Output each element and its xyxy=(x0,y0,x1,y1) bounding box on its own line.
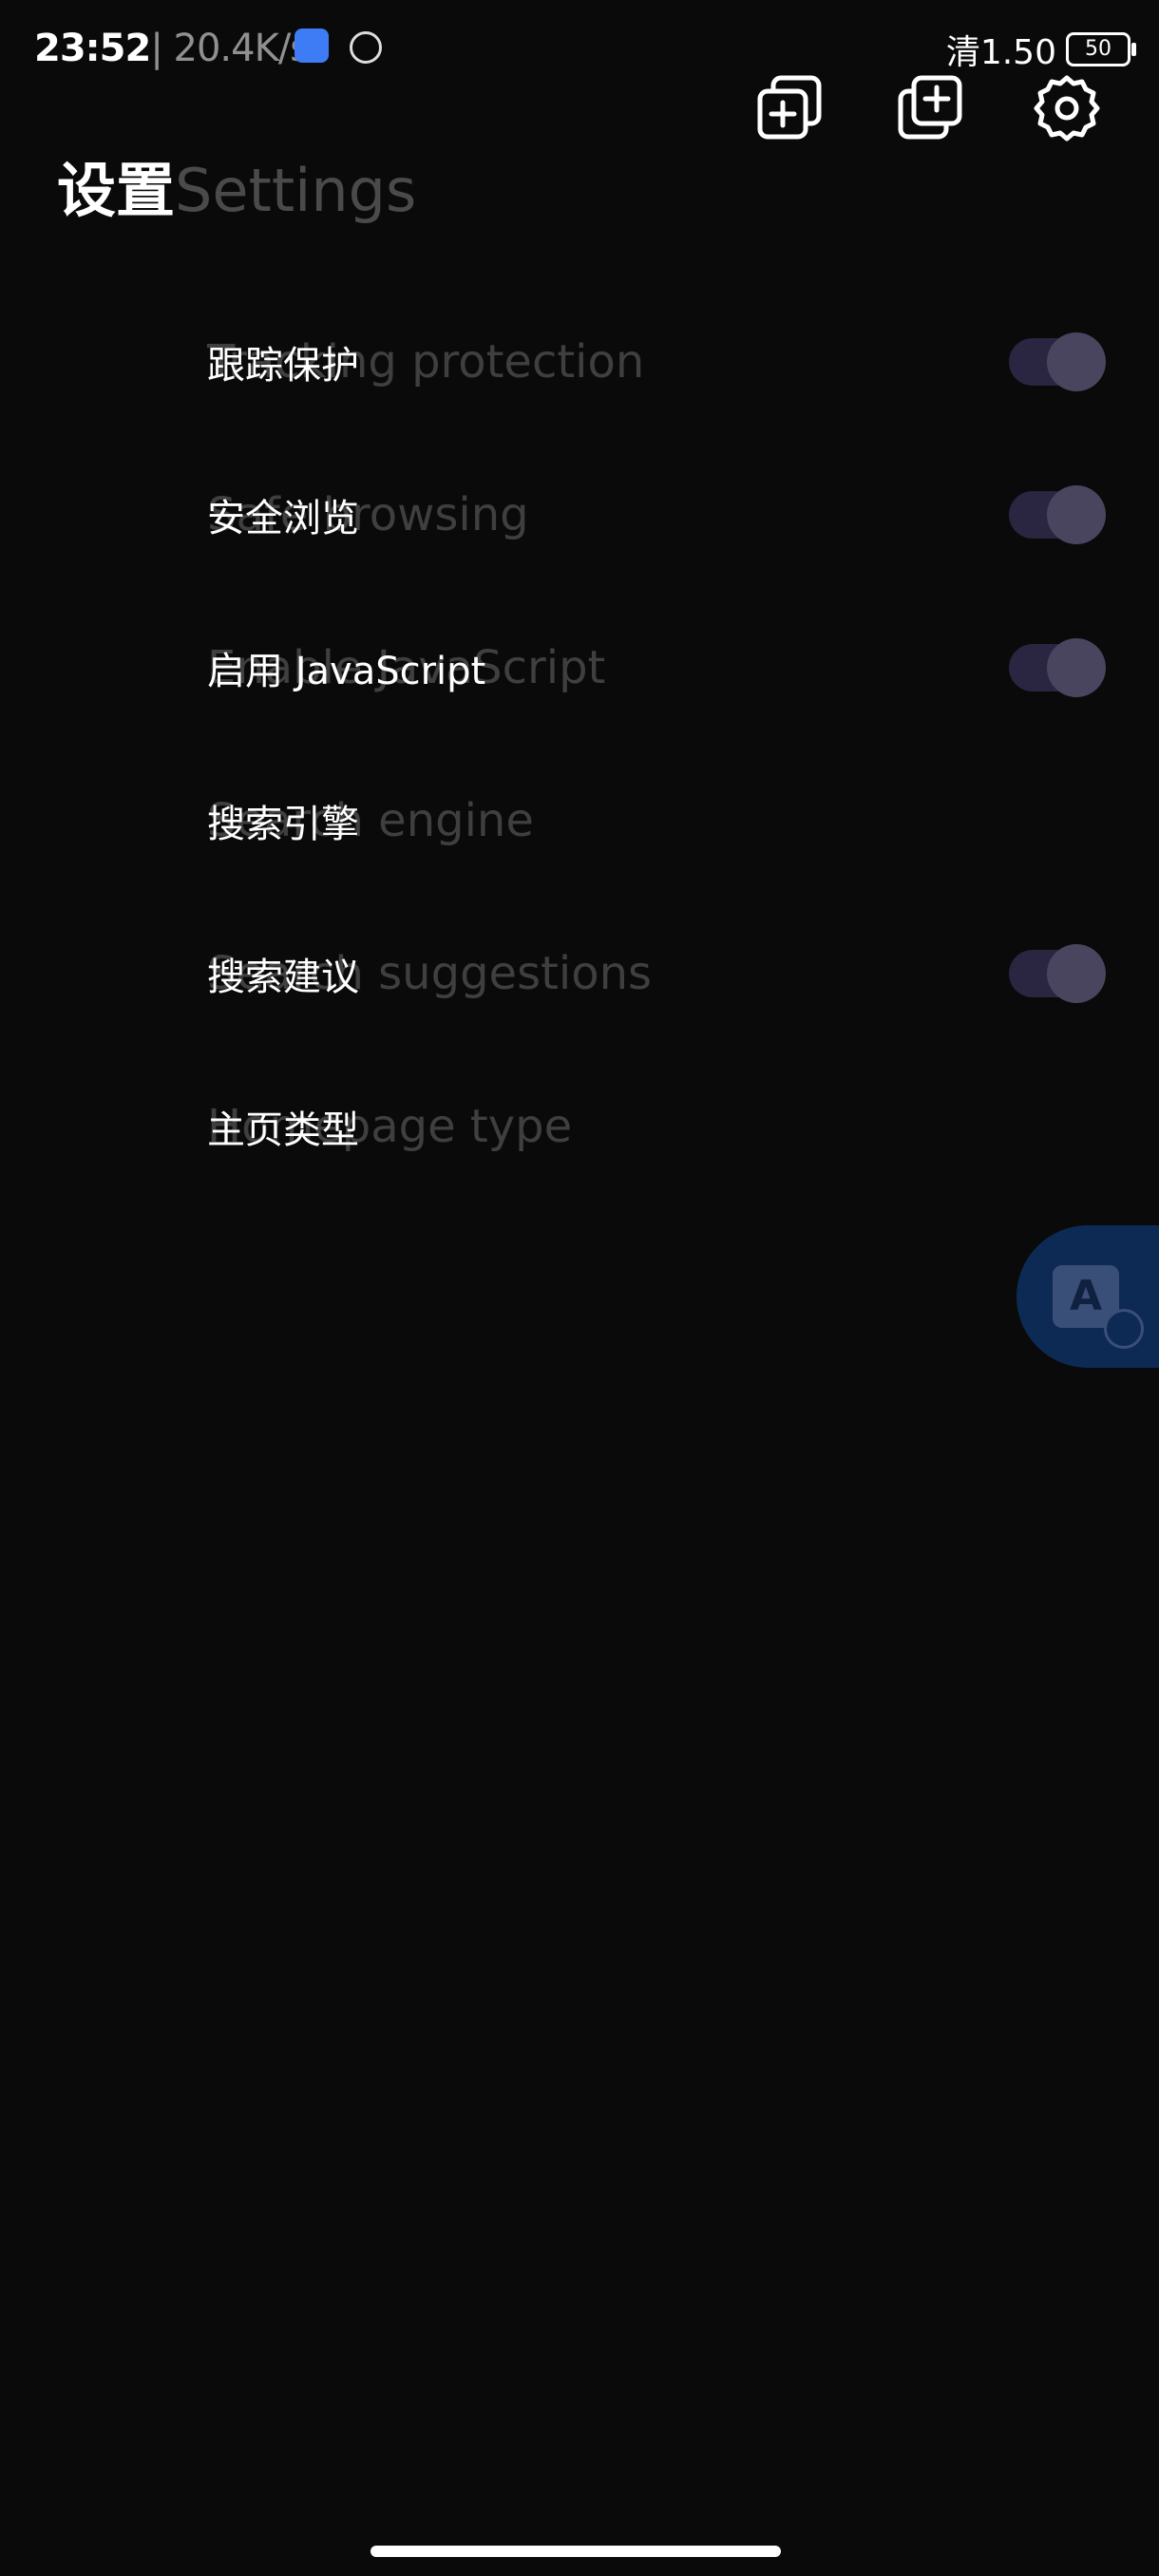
battery-icon: 50 xyxy=(1066,32,1136,66)
setting-label: 搜索建议 xyxy=(207,955,359,999)
signal-text: 清1.50 xyxy=(945,33,1056,72)
setting-label: 主页类型 xyxy=(207,1108,359,1152)
translate-fab[interactable]: A xyxy=(1016,1225,1159,1368)
setting-label: 启用 JavaScript xyxy=(207,649,486,693)
setting-label: 搜索引擎 xyxy=(207,802,359,846)
setting-search-suggestions[interactable]: Search suggestions 搜索建议 xyxy=(0,897,1159,1050)
add-page-icon[interactable] xyxy=(893,70,969,146)
gear-icon[interactable] xyxy=(1029,70,1105,146)
status-bar: 23:52| 20.4K/s 清1.50 50 xyxy=(0,0,1159,95)
setting-homepage-type[interactable]: Homepage type 主页类型 xyxy=(0,1050,1159,1203)
notification-icon xyxy=(294,28,329,63)
setting-label: 安全浏览 xyxy=(207,496,359,540)
status-right: 清1.50 50 xyxy=(945,25,1136,74)
status-time: 23:52| 20.4K/s xyxy=(34,27,310,70)
setting-tracking-protection[interactable]: Tracking protection 跟踪保护 xyxy=(0,285,1159,438)
javascript-toggle[interactable] xyxy=(1009,637,1106,697)
swap-icon xyxy=(1104,1309,1144,1349)
page-title: 设置Settings xyxy=(57,156,417,225)
setting-safe-browsing[interactable]: Safe browsing 安全浏览 xyxy=(0,438,1159,591)
safe-browsing-toggle[interactable] xyxy=(1009,484,1106,544)
toggle-knob xyxy=(1047,484,1106,544)
circle-icon xyxy=(350,31,382,64)
toggle-knob xyxy=(1047,331,1106,391)
toggle-knob xyxy=(1047,637,1106,697)
setting-javascript[interactable]: Enable JavaScript 启用 JavaScript xyxy=(0,591,1159,744)
search-suggestions-toggle[interactable] xyxy=(1009,943,1106,1003)
settings-list: Tracking protection 跟踪保护 Safe browsing 安… xyxy=(0,285,1159,1203)
home-indicator[interactable] xyxy=(370,2546,781,2557)
toggle-knob xyxy=(1047,943,1106,1003)
setting-search-engine[interactable]: Search engine 搜索引擎 xyxy=(0,744,1159,897)
tracking-protection-toggle[interactable] xyxy=(1009,331,1106,391)
new-tab-icon[interactable] xyxy=(752,70,828,146)
setting-label: 跟踪保护 xyxy=(207,343,359,388)
